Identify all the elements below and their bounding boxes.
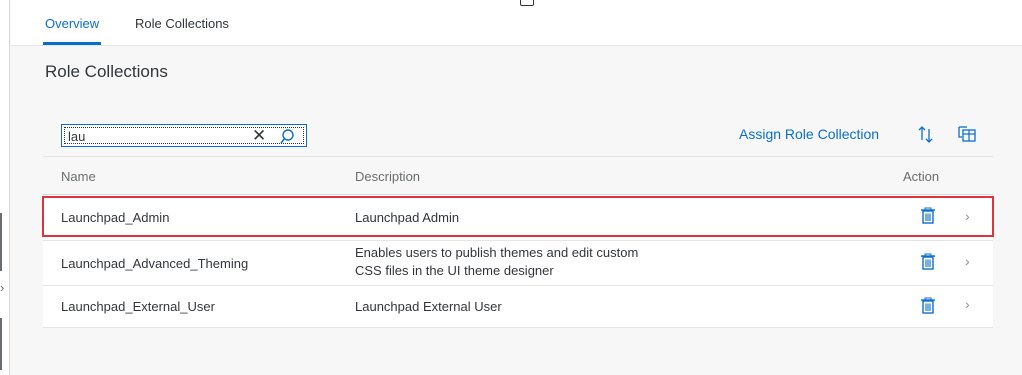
section-title: Role Collections [45,62,168,81]
row-description: Enables users to publish themes and edit… [355,245,639,278]
row-description: Launchpad External User [355,299,502,314]
collapse-handle-icon[interactable] [520,0,534,6]
row-navigate-chevron-icon[interactable]: › [965,253,970,269]
table-header-row: Name Description Action [43,156,993,195]
row-name: Launchpad_Admin [61,210,170,225]
tab-header-bar: Overview Role Collections [11,0,1022,46]
row-name: Launchpad_Advanced_Theming [61,256,249,271]
search-field[interactable]: ✕ [61,124,307,147]
tab-role-collections[interactable]: Role Collections [135,16,229,32]
table-row[interactable]: Launchpad_Advanced_Theming Enables users… [43,241,993,286]
sort-icon[interactable] [916,124,936,144]
tab-overview[interactable]: Overview [42,16,102,45]
delete-icon[interactable] [919,297,937,315]
assign-role-collection-button[interactable]: Assign Role Collection [739,126,879,142]
table-row[interactable]: Launchpad_Admin Launchpad Admin › [43,195,993,241]
row-description: Launchpad Admin [355,210,460,225]
rail-divider-bottom [0,318,2,370]
delete-icon[interactable] [919,253,937,271]
clear-search-icon[interactable]: ✕ [252,125,266,147]
table-row[interactable]: Launchpad_External_User Launchpad Extern… [43,286,993,328]
table-settings-icon[interactable] [957,124,977,144]
rail-divider-top [0,213,2,271]
left-side-rail: › [0,0,10,375]
column-header-description[interactable]: Description [355,169,420,184]
row-navigate-chevron-icon[interactable]: › [965,208,970,224]
row-navigate-chevron-icon[interactable]: › [965,296,970,312]
column-header-name[interactable]: Name [61,169,96,184]
search-input[interactable] [68,128,238,144]
delete-icon[interactable] [919,207,937,225]
row-name: Launchpad_External_User [61,299,215,314]
role-collections-table: Name Description Action Launchpad_Admin … [43,156,993,328]
search-icon[interactable] [280,128,298,146]
rail-expand-chevron-icon[interactable]: › [0,281,4,294]
column-header-action: Action [903,169,940,184]
